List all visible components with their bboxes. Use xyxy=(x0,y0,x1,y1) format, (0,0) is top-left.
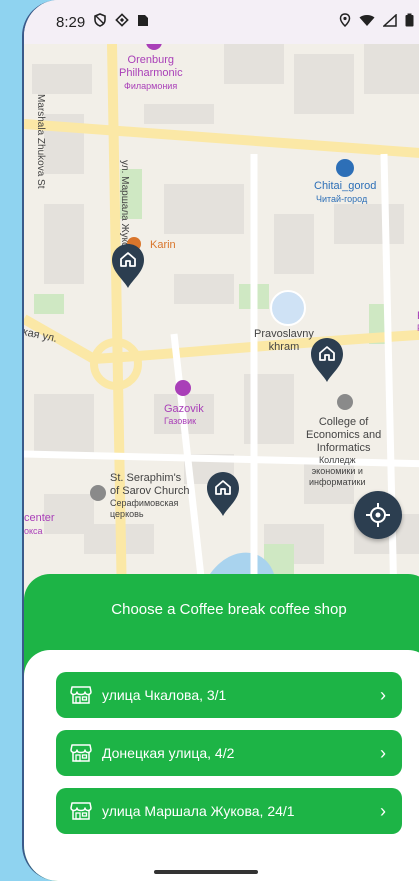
poi-chitai-gorod[interactable]: Chitai_gorod xyxy=(314,180,376,193)
poi-philharmonic-ru: Филармония xyxy=(124,81,178,91)
shield-icon xyxy=(93,13,107,31)
chevron-right-icon: › xyxy=(380,742,386,763)
shop-item-label: улица Маршала Жукова, 24/1 xyxy=(102,803,295,819)
poi-karin[interactable]: Karin xyxy=(150,239,176,252)
poi-gazovik-ru: Газовик xyxy=(164,416,197,426)
shop-item-donetskaya[interactable]: Донецкая улица, 4/2 › xyxy=(56,730,402,776)
signal-icon xyxy=(382,12,397,31)
poi-college[interactable]: College of Economics and Informatics xyxy=(306,416,381,455)
poi-center-ru: окса xyxy=(24,526,43,536)
sheet-title: Choose a Coffee break coffee shop xyxy=(111,601,347,618)
status-bar: 8:29 xyxy=(24,0,419,44)
storefront-icon xyxy=(70,686,92,704)
shop-item-marshala-zhukova[interactable]: улица Маршала Жукова, 24/1 › xyxy=(56,788,402,834)
home-pin-icon xyxy=(311,338,343,382)
locate-me-button[interactable] xyxy=(354,491,402,539)
chevron-right-icon: › xyxy=(380,684,386,705)
home-indicator[interactable] xyxy=(154,870,258,874)
diamond-icon xyxy=(115,13,129,31)
poi-college-ru: Колледж экономики и информатики xyxy=(309,455,366,487)
shop-pin-3[interactable] xyxy=(205,470,241,518)
poi-church[interactable]: St. Seraphim's of Sarov Church xyxy=(110,472,189,498)
road-label-marshala-en: Marshala Zhukova St xyxy=(35,94,46,189)
location-icon xyxy=(339,13,351,31)
status-time: 8:29 xyxy=(56,13,86,31)
sim-card-icon xyxy=(137,13,149,31)
bottom-sheet: Choose a Coffee break coffee shop улица … xyxy=(24,574,419,881)
poi-center[interactable]: center xyxy=(24,512,55,525)
poi-church-ru: Серафимовская церковь xyxy=(110,498,179,519)
wifi-icon xyxy=(359,14,375,31)
chevron-right-icon: › xyxy=(380,800,386,821)
poi-pravoslavny-khram[interactable]: Pravoslavny khram xyxy=(254,328,314,354)
battery-icon xyxy=(405,13,414,31)
shop-pin-2[interactable] xyxy=(309,336,345,384)
storefront-icon xyxy=(70,744,92,762)
shop-pin-1[interactable] xyxy=(110,242,146,290)
poi-philharmonic[interactable]: Orenburg Philharmonic xyxy=(119,54,183,80)
shop-item-label: Донецкая улица, 4/2 xyxy=(102,745,235,761)
shop-item-label: улица Чкалова, 3/1 xyxy=(102,687,227,703)
crosshair-icon xyxy=(366,503,390,527)
storefront-icon xyxy=(70,802,92,820)
phone-frame: 8:29 Orenburg Philharmonic Филармония Ch… xyxy=(22,0,419,881)
shop-list: улица Чкалова, 3/1 › Донецкая улица, 4/2… xyxy=(24,650,419,881)
poi-chitai-gorod-ru: Читай-город xyxy=(316,194,368,204)
home-pin-icon xyxy=(207,472,239,516)
shop-item-chkalova[interactable]: улица Чкалова, 3/1 › xyxy=(56,672,402,718)
home-pin-icon xyxy=(112,244,144,288)
